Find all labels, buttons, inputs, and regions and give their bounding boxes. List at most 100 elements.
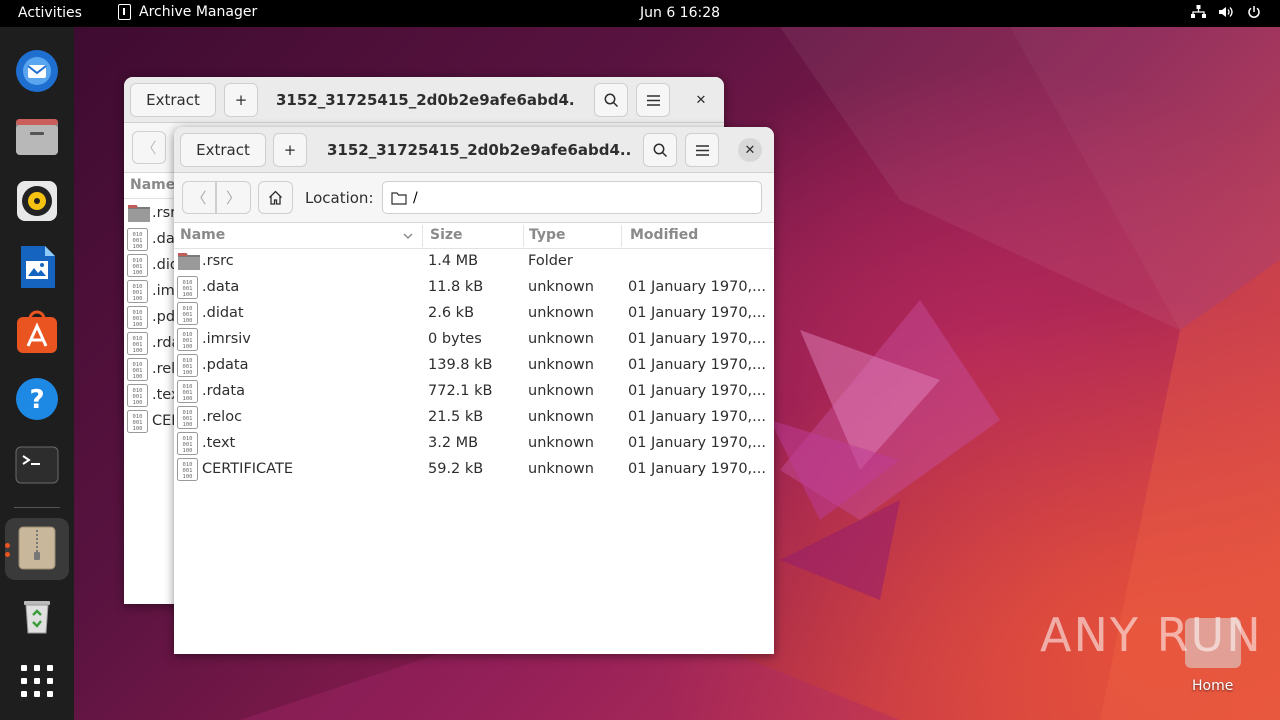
file-row[interactable]: .rsrc 1.4 MB Folder [174, 249, 774, 275]
chevron-left-icon: 〈 [141, 139, 157, 157]
search-button[interactable] [643, 133, 677, 167]
close-button[interactable]: ✕ [689, 88, 713, 112]
volume-icon [1218, 4, 1234, 20]
dock-separator [14, 507, 60, 508]
close-button[interactable]: ✕ [738, 138, 762, 162]
activities-button[interactable]: Activities [18, 5, 82, 21]
top-bar: Activities Archive Manager Jun 6 16:28 [0, 0, 1280, 27]
window-title: 3152_31725415_2d0b2e9afe6abd4... [276, 91, 576, 109]
chevron-right-icon: 〉 [225, 189, 241, 207]
name-column-header[interactable]: Name [180, 227, 225, 243]
file-type: unknown [528, 305, 594, 321]
file-row[interactable]: 010 001 100 CERTIFICATE 59.2 kB unknown 01 Jan… [174, 457, 774, 483]
binary-file-icon: 010 001 100 [127, 254, 148, 277]
binary-file-icon: 010 001 100 [177, 406, 198, 429]
file-modified: 01 January 1970,... [628, 331, 766, 347]
home-label[interactable]: Home [1192, 678, 1233, 694]
show-apps-icon[interactable] [13, 657, 61, 705]
file-row[interactable]: 010 001 100 .text 3.2 MB unknown 01 January 19… [174, 431, 774, 457]
anyrun-watermark: ANY RUN [1040, 608, 1263, 662]
svg-text:100: 100 [133, 400, 143, 406]
clock[interactable]: Jun 6 16:28 [640, 5, 720, 21]
file-name: .imrsiv [202, 331, 251, 347]
file-row[interactable]: 010 001 100 .didat 2.6 kB unknown 01 January 1… [174, 301, 774, 327]
binary-file-icon: 010 001 100 [177, 432, 198, 455]
add-files-button[interactable]: + [273, 133, 307, 167]
column-separator [621, 225, 622, 247]
thunderbird-icon[interactable] [13, 46, 61, 94]
binary-file-icon: 010 001 100 [127, 384, 148, 407]
file-row[interactable]: 010 001 100 .reloc 21.5 kB unknown 01 January … [174, 405, 774, 431]
file-modified: 01 January 1970,... [628, 305, 766, 321]
rhythmbox-icon[interactable] [13, 177, 61, 225]
binary-file-icon: 010 001 100 [177, 380, 198, 403]
svg-text:100: 100 [133, 374, 143, 380]
folder-icon [391, 191, 407, 205]
add-files-button[interactable]: + [224, 83, 258, 117]
forward-nav-button[interactable]: 〉 [216, 181, 251, 214]
trash-icon[interactable] [13, 591, 61, 639]
location-field[interactable]: / [382, 181, 762, 214]
file-modified: 01 January 1970,... [628, 461, 766, 477]
file-row[interactable]: 010 001 100 .pdata 139.8 kB unknown 01 January… [174, 353, 774, 379]
svg-text:100: 100 [133, 348, 143, 354]
binary-file-icon: 010 001 100 [177, 302, 198, 325]
files-icon[interactable] [13, 111, 61, 159]
help-icon[interactable]: ? [13, 375, 61, 423]
file-type: unknown [528, 409, 594, 425]
system-tray[interactable] [1190, 4, 1262, 20]
menu-button[interactable] [636, 83, 670, 117]
file-modified: 01 January 1970,... [628, 279, 766, 295]
name-column-header[interactable]: Name [130, 177, 175, 193]
svg-text:100: 100 [133, 322, 143, 328]
file-size: 0 bytes [428, 331, 482, 347]
file-modified: 01 January 1970,... [628, 383, 766, 399]
writer-icon[interactable] [13, 243, 61, 291]
binary-file-icon: 010 001 100 [177, 354, 198, 377]
power-icon [1246, 4, 1262, 20]
search-icon [604, 93, 618, 107]
svg-text:100: 100 [133, 270, 143, 276]
extract-button[interactable]: Extract [180, 133, 266, 167]
headerbar: Extract + 3152_31725415_2d0b2e9afe6abd4.… [174, 127, 774, 173]
file-row[interactable]: 010 001 100 .rdata 772.1 kB unknown 01 January… [174, 379, 774, 405]
svg-text:100: 100 [183, 318, 193, 324]
binary-file-icon: 010 001 100 [177, 328, 198, 351]
file-name: .pdata [202, 357, 249, 373]
home-nav-button[interactable] [258, 181, 293, 214]
app-center-icon[interactable] [13, 309, 61, 357]
type-column-header[interactable]: Type [529, 227, 566, 243]
terminal-icon[interactable] [13, 441, 61, 489]
file-type: unknown [528, 383, 594, 399]
file-size: 59.2 kB [428, 461, 484, 477]
toolbar: 〈 〉 Location: / [174, 173, 774, 223]
running-indicator [5, 552, 10, 557]
app-menu[interactable]: Archive Manager [118, 4, 257, 20]
svg-text:100: 100 [133, 296, 143, 302]
search-button[interactable] [594, 83, 628, 117]
svg-text:100: 100 [183, 422, 193, 428]
binary-file-icon: 010 001 100 [127, 280, 148, 303]
archive-manager-icon[interactable] [13, 524, 61, 572]
size-column-header[interactable]: Size [430, 227, 463, 243]
file-row[interactable]: 010 001 100 .data 11.8 kB unknown 01 January 1… [174, 275, 774, 301]
file-size: 3.2 MB [428, 435, 479, 451]
file-name: .rsrc [202, 253, 234, 269]
file-size: 11.8 kB [428, 279, 484, 295]
file-row[interactable]: 010 001 100 .imrsiv 0 bytes unknown 01 January… [174, 327, 774, 353]
file-modified: 01 January 1970,... [628, 357, 766, 373]
file-name: .didat [202, 305, 244, 321]
archive-window-foreground[interactable]: Extract + 3152_31725415_2d0b2e9afe6abd4.… [174, 127, 774, 654]
file-type: Folder [528, 253, 573, 269]
menu-button[interactable] [685, 133, 719, 167]
back-nav-button[interactable]: 〈 [132, 131, 166, 164]
svg-text:100: 100 [183, 448, 193, 454]
binary-file-icon: 010 001 100 [127, 306, 148, 329]
modified-column-header[interactable]: Modified [630, 227, 698, 243]
file-type: unknown [528, 461, 594, 477]
back-nav-button[interactable]: 〈 [182, 181, 216, 214]
svg-text:100: 100 [133, 426, 143, 432]
headerbar: Extract + 3152_31725415_2d0b2e9afe6abd4.… [124, 77, 724, 123]
extract-button[interactable]: Extract [130, 83, 216, 117]
close-icon: ✕ [695, 92, 707, 108]
